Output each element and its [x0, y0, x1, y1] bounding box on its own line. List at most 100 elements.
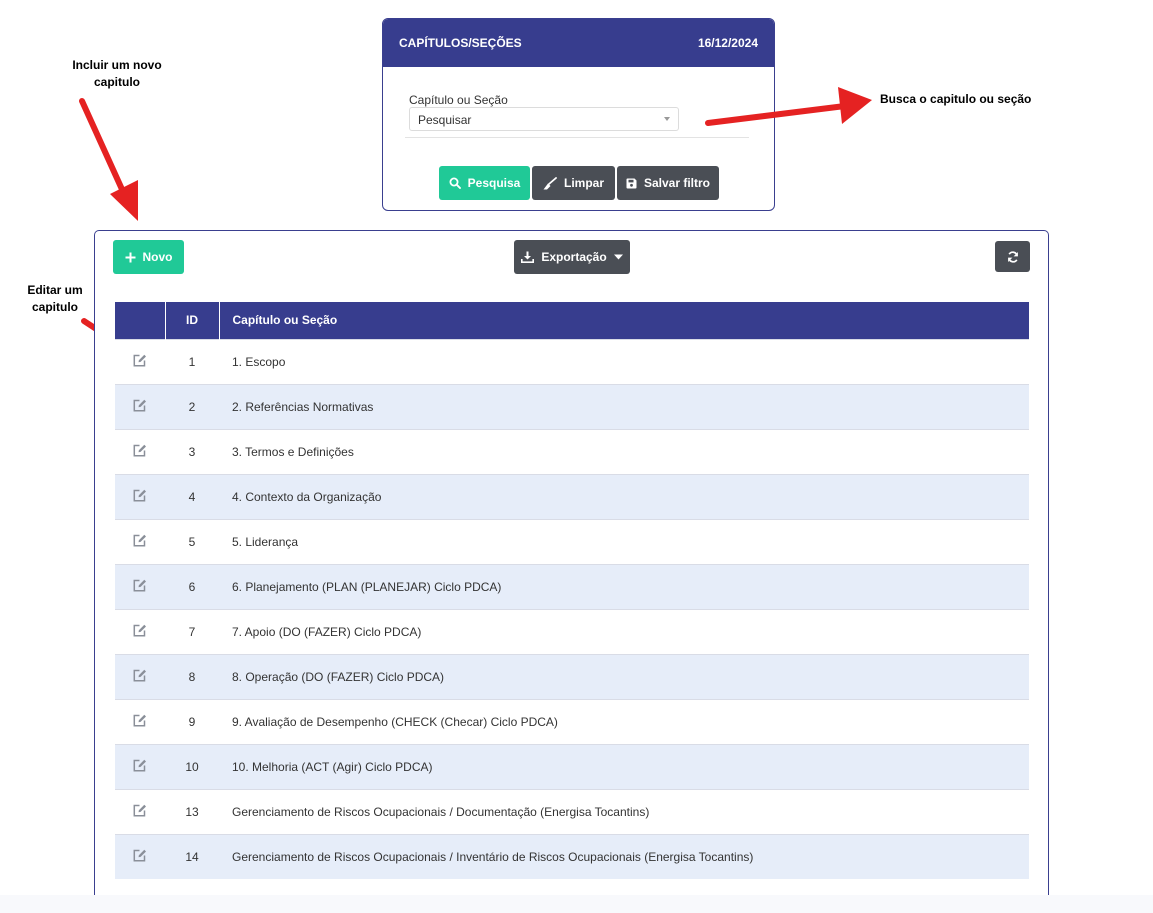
search-panel-title: CAPÍTULOS/SEÇÕES [399, 36, 522, 50]
table-row: 1 1. Escopo [115, 338, 1029, 384]
row-chapter-name: 4. Contexto da Organização [219, 473, 1029, 519]
edit-icon[interactable] [133, 759, 147, 775]
chapter-select[interactable]: Pesquisar [409, 107, 679, 131]
save-filter-button[interactable]: Salvar filtro [617, 166, 719, 200]
chapter-table: ID Capítulo ou Seção 1 1. Escopo 2 2. Refer… [115, 302, 1029, 879]
arrow-to-new-button [79, 98, 128, 199]
table-row: 5 5. Liderança [115, 518, 1029, 564]
annotation-new-chapter: Incluir um novo capitulo [72, 58, 162, 89]
export-button-label: Exportação [541, 250, 607, 264]
edit-icon[interactable] [133, 849, 147, 865]
table-row: 7 7. Apoio (DO (FAZER) Ciclo PDCA) [115, 608, 1029, 654]
edit-icon[interactable] [133, 669, 147, 685]
search-panel-date: 16/12/2024 [697, 36, 758, 50]
broom-icon [543, 176, 557, 190]
arrow-head-search [838, 87, 872, 124]
table-row: 6 6. Planejamento (PLAN (PLANEJAR) Ciclo … [115, 563, 1029, 609]
row-chapter-name: 9. Avaliação de Desempenho (CHECK (Checa… [219, 698, 1029, 744]
search-divider [405, 137, 749, 138]
page-footer-strip [0, 895, 1153, 913]
chapter-field-label: Capítulo ou Seção [409, 93, 508, 107]
row-chapter-name: 6. Planejamento (PLAN (PLANEJAR) Ciclo P… [219, 563, 1029, 609]
row-edit-cell [115, 608, 165, 654]
edit-icon[interactable] [133, 714, 147, 730]
plus-icon [125, 252, 136, 263]
download-icon [521, 251, 535, 263]
search-icon [449, 177, 461, 189]
row-chapter-name: 7. Apoio (DO (FAZER) Ciclo PDCA) [219, 608, 1029, 654]
row-chapter-name: Gerenciamento de Riscos Ocupacionais / D… [219, 788, 1029, 834]
table-row: 3 3. Termos e Definições [115, 428, 1029, 474]
row-id: 14 [165, 833, 219, 879]
row-chapter-name: 10. Melhoria (ACT (Agir) Ciclo PDCA) [219, 743, 1029, 789]
row-id: 10 [165, 743, 219, 789]
select-caret-icon [664, 117, 670, 121]
row-chapter-name: Gerenciamento de Riscos Ocupacionais / I… [219, 833, 1029, 879]
row-edit-cell [115, 338, 165, 384]
search-panel: CAPÍTULOS/SEÇÕES 16/12/2024 Capítulo ou … [382, 18, 775, 211]
row-edit-cell [115, 473, 165, 519]
export-button[interactable]: Exportação [514, 240, 630, 274]
row-id: 8 [165, 653, 219, 699]
row-chapter-name: 8. Operação (DO (FAZER) Ciclo PDCA) [219, 653, 1029, 699]
edit-icon[interactable] [133, 444, 147, 460]
chapter-select-value: Pesquisar [418, 113, 472, 127]
edit-icon[interactable] [133, 624, 147, 640]
table-row: 9 9. Avaliação de Desempenho (CHECK (Chec… [115, 698, 1029, 744]
row-edit-cell [115, 698, 165, 744]
edit-icon[interactable] [133, 804, 147, 820]
row-id: 6 [165, 563, 219, 609]
row-edit-cell [115, 788, 165, 834]
new-button-label: Novo [142, 250, 173, 264]
row-id: 1 [165, 338, 219, 384]
caret-down-icon [613, 254, 623, 260]
row-edit-cell [115, 563, 165, 609]
table-row: 2 2. Referências Normativas [115, 383, 1029, 429]
row-edit-cell [115, 428, 165, 474]
save-filter-button-label: Salvar filtro [643, 176, 711, 190]
row-id: 13 [165, 788, 219, 834]
chapter-table-body: 1 1. Escopo 2 2. Referências Normativas 3 3. … [115, 338, 1029, 879]
table-row: 8 8. Operação (DO (FAZER) Ciclo PDCA) [115, 653, 1029, 699]
arrow-head-new [110, 180, 138, 221]
row-id: 2 [165, 383, 219, 429]
table-row: 14 Gerenciamento de Riscos Ocupacionais /… [115, 833, 1029, 879]
row-edit-cell [115, 518, 165, 564]
clear-button-label: Limpar [563, 176, 604, 190]
row-edit-cell [115, 833, 165, 879]
search-button[interactable]: Pesquisa [439, 166, 530, 200]
search-button-label: Pesquisa [467, 176, 521, 190]
table-row: 4 4. Contexto da Organização [115, 473, 1029, 519]
refresh-button[interactable] [995, 241, 1030, 272]
row-id: 9 [165, 698, 219, 744]
edit-icon[interactable] [133, 534, 147, 550]
edit-icon[interactable] [133, 489, 147, 505]
row-id: 3 [165, 428, 219, 474]
column-header-actions [115, 302, 166, 339]
table-row: 13 Gerenciamento de Riscos Ocupacionais /… [115, 788, 1029, 834]
row-id: 4 [165, 473, 219, 519]
row-chapter-name: 3. Termos e Definições [219, 428, 1029, 474]
refresh-icon [1007, 250, 1019, 263]
search-panel-header: CAPÍTULOS/SEÇÕES 16/12/2024 [383, 19, 774, 67]
new-button[interactable]: Novo [113, 240, 184, 274]
table-row: 10 10. Melhoria (ACT (Agir) Ciclo PDCA) [115, 743, 1029, 789]
column-header-chapter[interactable]: Capítulo ou Seção [219, 302, 1029, 339]
clear-button[interactable]: Limpar [532, 166, 615, 200]
row-id: 5 [165, 518, 219, 564]
edit-icon[interactable] [133, 399, 147, 415]
row-chapter-name: 1. Escopo [219, 338, 1029, 384]
row-id: 7 [165, 608, 219, 654]
table-header-row: ID Capítulo ou Seção [115, 302, 1029, 339]
chapter-list-panel: Novo Exportação ID Capítulo ou Seção 1 1.… [94, 230, 1049, 913]
save-icon [626, 178, 637, 189]
edit-icon[interactable] [133, 354, 147, 370]
annotation-search-chapter: Busca o capitulo ou seção [880, 92, 1032, 106]
row-chapter-name: 5. Liderança [219, 518, 1029, 564]
column-header-id[interactable]: ID [165, 302, 220, 339]
annotation-edit-chapter: Editar um capitulo [27, 283, 83, 314]
edit-icon[interactable] [133, 579, 147, 595]
row-edit-cell [115, 383, 165, 429]
row-edit-cell [115, 653, 165, 699]
row-chapter-name: 2. Referências Normativas [219, 383, 1029, 429]
